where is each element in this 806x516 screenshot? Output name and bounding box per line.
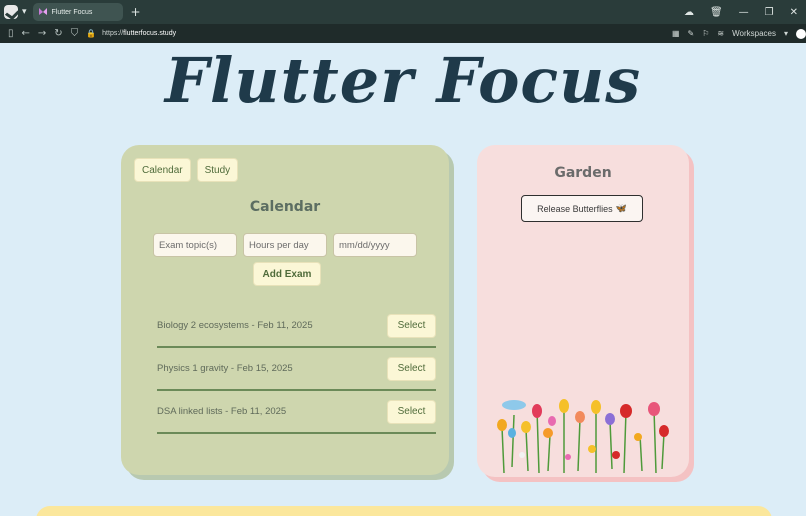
browser-tab-title: Flutter Focus [51,8,93,16]
vivaldi-logo-icon[interactable] [4,5,18,19]
hours-per-day-input[interactable]: Hours per day [243,233,327,257]
sidebar-toggle-icon[interactable]: ▯ [8,28,14,39]
lock-icon[interactable]: 🔒 [86,29,96,38]
reload-icon[interactable]: ↻ [54,28,62,39]
garden-heading: Garden [554,165,612,181]
calendar-heading: Calendar [249,199,321,215]
profile-avatar[interactable] [796,28,806,39]
exam-row: Physics 1 gravity - Feb 15, 2025 Select [157,348,436,391]
release-butterflies-button[interactable]: Release Butterflies 🦋 [521,195,643,222]
address-bar-tools: ▦ ✎ ⚐ ≋ Workspaces ▾ [668,24,806,43]
add-exam-button[interactable]: Add Exam [253,262,321,286]
exam-text: DSA linked lists - Feb 11, 2025 [157,406,287,417]
workspaces-chevron-icon[interactable]: ▾ [784,29,788,38]
calendar-tabs: Calendar Study [134,158,239,182]
browser-tab[interactable]: Flutter Focus [32,3,123,21]
butterfly-icon: 🦋 [615,203,627,213]
page-title: Flutter Focus [164,44,642,117]
window-controls: ☁ 🗑 — ❐ ✕ [676,0,806,24]
release-butterflies-label: Release Butterflies [537,203,613,214]
butterfly-favicon-icon [38,8,47,15]
address-bar: ▯ ← → ↻ ⛉ 🔒 https://flutterfocus.study ▦… [0,24,806,43]
workspaces-icon[interactable]: ≋ [717,29,724,38]
exam-date-input[interactable]: mm/dd/yyyy [333,233,417,257]
new-tab-icon[interactable]: + [131,5,141,19]
exam-row: DSA linked lists - Feb 11, 2025 Select [157,391,436,434]
trash-icon[interactable]: 🗑 [710,7,723,18]
qr-icon[interactable]: ▦ [672,29,680,38]
shield-icon[interactable]: ⛉ [71,28,79,39]
garden-card: Garden Release Butterflies 🦋 [477,145,689,477]
exam-list: Biology 2 ecosystems - Feb 11, 2025 Sele… [157,305,436,434]
bottom-panel [36,506,772,516]
exam-row: Biology 2 ecosystems - Feb 11, 2025 Sele… [157,305,436,348]
select-button[interactable]: Select [387,356,436,381]
extensions-icon[interactable]: ✎ [688,29,695,38]
flower-garden-illustration [497,399,669,473]
select-button[interactable]: Select [387,313,436,338]
chevron-down-icon[interactable]: ▾ [22,7,27,17]
url-field[interactable]: https://flutterfocus.study [102,30,176,37]
url-host: flutterfocus.study [123,30,177,37]
browser-tabbar: ▾ Flutter Focus + ☁ 🗑 — ❐ ✕ [0,0,806,24]
exam-form: Exam topic(s) Hours per day mm/dd/yyyy [153,233,417,257]
exam-text: Biology 2 ecosystems - Feb 11, 2025 [157,320,313,331]
cloud-icon[interactable]: ☁ [684,7,694,18]
url-prefix: https:// [102,30,124,37]
restore-icon[interactable]: ❐ [765,7,774,18]
bookmark-icon[interactable]: ⚐ [702,29,709,38]
minimize-icon[interactable]: — [739,7,749,18]
select-button[interactable]: Select [387,399,436,424]
tab-calendar[interactable]: Calendar [134,158,191,182]
tab-study[interactable]: Study [196,158,239,182]
close-icon[interactable]: ✕ [790,7,798,18]
workspaces-label[interactable]: Workspaces [732,29,776,38]
forward-icon[interactable]: → [38,28,46,39]
exam-topic-input[interactable]: Exam topic(s) [153,233,237,257]
back-icon[interactable]: ← [22,28,30,39]
calendar-card: Calendar Study Calendar Exam topic(s) Ho… [121,145,449,475]
exam-text: Physics 1 gravity - Feb 15, 2025 [157,363,293,374]
